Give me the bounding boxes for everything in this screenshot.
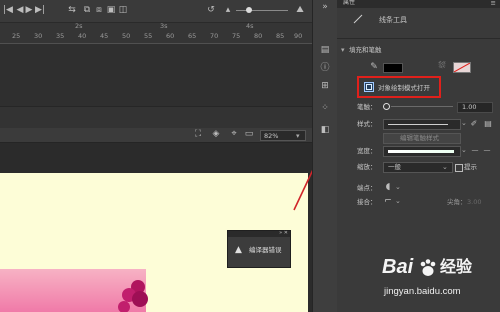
swatches-icon[interactable]: ⁘ [319, 104, 331, 113]
stroke-value: 1.00 [462, 103, 477, 111]
tool-name: 线条工具 [379, 16, 407, 24]
style-label: 样式： [357, 120, 377, 128]
chevron-down-icon[interactable]: ⌄ [395, 183, 401, 191]
divider [337, 38, 500, 39]
cap-type-icon[interactable]: ◖ [383, 183, 393, 192]
menu-icon[interactable]: ≡ [491, 0, 496, 7]
watermark-brand: Bai [382, 256, 414, 278]
scale-label: 缩放： [357, 163, 377, 171]
grid-icon[interactable]: ⊞ [319, 82, 331, 91]
watermark: Bai 经验 jingyan.baidu.com [382, 256, 497, 308]
expand-panels-icon[interactable]: » [319, 3, 331, 12]
fill-stroke-header[interactable]: 填充和笔触 [349, 46, 382, 54]
hint-checkbox[interactable] [455, 164, 463, 172]
cap-label: 端点： [357, 184, 377, 192]
style-options-icon[interactable]: ▤ [483, 119, 493, 128]
stroke-label: 笔触： [357, 103, 377, 111]
join-type-icon[interactable]: ⌐ [383, 197, 393, 206]
properties-tab-bar: 属性 ≡ [337, 0, 500, 8]
width-profile-preview [388, 150, 454, 153]
pencil-icon: ✎ [370, 62, 378, 72]
edit-stroke-style-label: 编辑笔触样式 [400, 134, 439, 142]
chevron-down-icon[interactable]: ⌄ [461, 119, 467, 127]
paw-icon [420, 259, 436, 276]
width-option-icon-2[interactable]: — [483, 146, 491, 155]
watermark-url: jingyan.baidu.com [384, 286, 461, 297]
stroke-slider-track[interactable] [391, 106, 453, 107]
info-icon[interactable]: ⓘ [319, 64, 331, 73]
chevron-down-icon[interactable]: ⌄ [395, 197, 401, 205]
line-tool-icon [353, 14, 363, 24]
chevron-down-icon[interactable]: ⌄ [461, 146, 467, 154]
object-draw-label[interactable]: 对象绘制模式打开 [378, 84, 430, 92]
miter-value[interactable]: 3.00 [467, 198, 481, 206]
style-select[interactable] [383, 119, 461, 130]
width-select[interactable] [383, 146, 461, 157]
hint-label[interactable]: 提示 [464, 163, 477, 171]
solid-line-preview [388, 124, 448, 125]
stroke-slider-thumb[interactable] [383, 103, 390, 110]
chevron-down-icon: ⌄ [442, 163, 448, 171]
panel-icon-strip: » ▤ ⓘ ⊞ ⁘ ◧ [312, 0, 338, 312]
stroke-color-swatch[interactable] [383, 63, 403, 73]
stroke-value-field[interactable]: 1.00 [457, 102, 493, 113]
width-label: 宽度： [357, 147, 377, 155]
edit-stroke-style-button[interactable]: 编辑笔触样式 [383, 133, 461, 144]
fill-color-swatch[interactable] [453, 62, 471, 73]
join-label: 接合： [357, 198, 377, 206]
tab-properties[interactable]: 属性 [343, 0, 355, 7]
width-option-icon[interactable]: — [471, 146, 479, 155]
layers-icon[interactable]: ▤ [319, 46, 331, 55]
watermark-suffix: 经验 [440, 257, 473, 276]
paint-bucket-icon: ⛆ [438, 61, 446, 71]
scale-select[interactable]: 一般 ⌄ [383, 162, 453, 173]
edit-style-icon[interactable]: ✐ [469, 119, 479, 128]
scale-value: 一般 [388, 163, 401, 171]
components-icon[interactable]: ◧ [319, 126, 331, 135]
object-draw-toggle[interactable] [364, 82, 374, 92]
miter-label: 尖角： [447, 198, 467, 206]
section-collapse-icon[interactable]: ▾ [341, 46, 345, 54]
